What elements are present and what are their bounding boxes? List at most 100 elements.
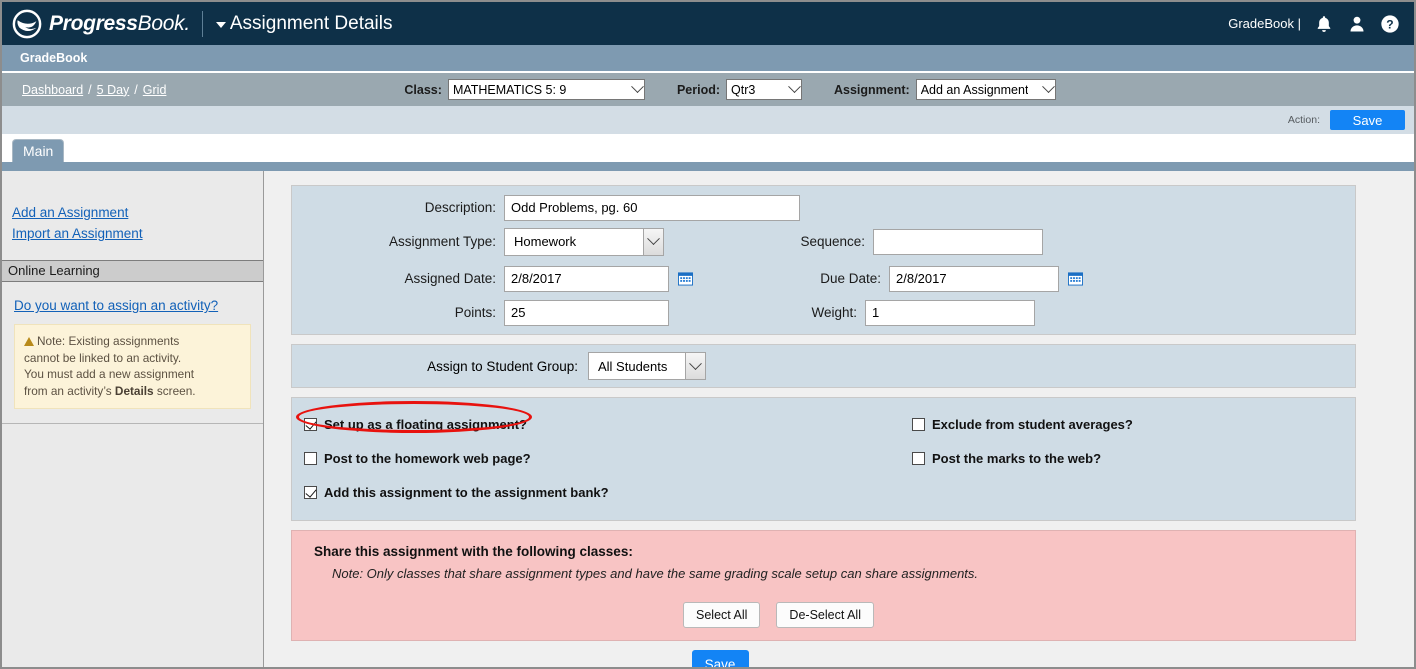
row-assigned-due-date: Assigned Date: 2/8/2017 Due Date: 2/8/20… xyxy=(292,260,1355,297)
option-floating-assignment[interactable]: Set up as a floating assignment? xyxy=(304,417,902,432)
sidebar-item-add-an-assignment[interactable]: Add an Assignment xyxy=(12,202,263,223)
deselect-all-button[interactable]: De-Select All xyxy=(776,602,874,628)
breadcrumb-separator: / xyxy=(134,82,138,97)
assignment-select[interactable]: Add an Assignment xyxy=(915,79,1056,100)
chevron-down-icon xyxy=(784,79,801,97)
sidebar-item-import-an-assignment[interactable]: Import an Assignment xyxy=(12,223,263,244)
tab-main[interactable]: Main xyxy=(12,139,65,162)
context-selectors: Class: MATHEMATICS 5: 9 Period: Qtr3 Ass… xyxy=(404,79,1056,100)
sidebar: Add an Assignment Import an Assignment O… xyxy=(2,171,264,667)
user-profile-icon[interactable] xyxy=(1347,14,1367,34)
assignment-select-value: Add an Assignment xyxy=(920,82,1029,97)
note-line-4-bold: Details xyxy=(114,383,154,398)
period-selector-label: Period: xyxy=(676,82,720,97)
student-group-value: All Students xyxy=(598,358,668,374)
brand-progress: Progress xyxy=(49,11,138,35)
row-assignment-type-sequence: Assignment Type: Homework Sequence: xyxy=(292,223,1355,260)
class-select-value: MATHEMATICS 5: 9 xyxy=(452,82,567,97)
brand-text: ProgressBook. xyxy=(49,12,190,36)
student-group-select[interactable]: All Students xyxy=(588,352,706,380)
sidebar-note-box: Note: Existing assignments cannot be lin… xyxy=(14,324,251,409)
exclude-averages-checkbox[interactable] xyxy=(912,417,925,431)
option-post-marks-to-web[interactable]: Post the marks to the web? xyxy=(912,451,1101,466)
chevron-down-icon[interactable] xyxy=(643,228,663,255)
sidebar-item-assign-activity[interactable]: Do you want to assign an activity? xyxy=(14,298,251,313)
class-select[interactable]: MATHEMATICS 5: 9 xyxy=(447,79,645,100)
assignment-selector-label: Assignment: xyxy=(834,82,910,97)
points-input[interactable]: 25 xyxy=(504,299,669,326)
sidebar-panel: Add an Assignment Import an Assignment O… xyxy=(2,171,263,424)
footer-save-wrap: Save xyxy=(291,650,1414,667)
main-content: Description: Odd Problems, pg. 60 Assign… xyxy=(264,171,1414,667)
option-post-homework-web-page[interactable]: Post to the homework web page? xyxy=(304,451,902,466)
period-select[interactable]: Qtr3 xyxy=(726,79,802,100)
note-line-4-post: screen. xyxy=(153,383,196,398)
top-bar-right-group: GradeBook | ? xyxy=(1228,14,1400,34)
floating-assignment-label: Set up as a floating assignment? xyxy=(324,416,527,432)
page-title-group[interactable]: Assignment Details xyxy=(215,13,392,35)
calendar-icon[interactable] xyxy=(678,271,693,286)
student-group-label: Assign to Student Group: xyxy=(427,358,578,374)
assignment-options-panel: Set up as a floating assignment? Exclude… xyxy=(291,397,1356,521)
breadcrumb-separator: / xyxy=(88,82,92,97)
assignment-type-label: Assignment Type: xyxy=(388,234,496,249)
chevron-down-icon[interactable] xyxy=(685,353,705,379)
breadcrumb-item-5-day[interactable]: 5 Day xyxy=(97,83,130,97)
breadcrumb-item-grid[interactable]: Grid xyxy=(143,83,167,97)
share-assignment-panel: Share this assignment with the following… xyxy=(291,530,1356,641)
note-line-4-pre: from an activity’s xyxy=(24,383,115,398)
weight-value: 1 xyxy=(872,305,880,320)
notification-bell-icon[interactable] xyxy=(1314,14,1334,34)
options-row-1: Set up as a floating assignment? Exclude… xyxy=(292,407,1355,441)
options-row-3: Add this assignment to the assignment ba… xyxy=(292,475,1355,509)
page-body: Add an Assignment Import an Assignment O… xyxy=(2,171,1414,667)
application-name: GradeBook xyxy=(20,51,88,65)
exclude-averages-label: Exclude from student averages? xyxy=(932,416,1133,432)
sequence-label: Sequence: xyxy=(800,234,865,249)
save-button-bottom[interactable]: Save xyxy=(691,650,749,667)
progressbook-logo[interactable]: ProgressBook. xyxy=(12,9,190,39)
top-navigation-bar: ProgressBook. Assignment Details GradeBo… xyxy=(2,2,1414,45)
description-value: Odd Problems, pg. 60 xyxy=(511,200,638,215)
assignment-type-select[interactable]: Homework xyxy=(504,227,664,256)
option-assignment-bank-wrap: Add this assignment to the assignment ba… xyxy=(292,485,902,500)
caret-down-icon[interactable] xyxy=(215,22,226,28)
option-exclude-averages[interactable]: Exclude from student averages? xyxy=(912,417,1133,432)
weight-input[interactable]: 1 xyxy=(865,299,1035,326)
due-date-input[interactable]: 2/8/2017 xyxy=(889,265,1059,292)
floating-assignment-checkbox[interactable] xyxy=(304,417,317,431)
breadcrumb-item-dashboard[interactable]: Dashboard xyxy=(22,83,83,97)
student-group-panel: Assign to Student Group: All Students xyxy=(291,344,1356,388)
description-input[interactable]: Odd Problems, pg. 60 xyxy=(504,194,800,221)
share-buttons: Select All De-Select All xyxy=(292,602,1355,628)
select-all-button[interactable]: Select All xyxy=(683,602,761,628)
option-post-marks-wrap: Post the marks to the web? xyxy=(902,451,1101,466)
chevron-down-icon xyxy=(627,79,644,97)
description-label: Description: xyxy=(424,200,496,215)
add-to-assignment-bank-label: Add this assignment to the assignment ba… xyxy=(324,484,609,500)
warning-triangle-icon xyxy=(24,337,34,346)
class-selector-label: Class: xyxy=(404,82,442,97)
action-bar: Action: Save xyxy=(2,106,1414,134)
assignment-details-panel: Description: Odd Problems, pg. 60 Assign… xyxy=(291,185,1356,335)
note-line-3: You must add a new assignment xyxy=(24,367,195,381)
option-add-to-assignment-bank[interactable]: Add this assignment to the assignment ba… xyxy=(304,485,902,500)
post-homework-web-page-checkbox[interactable] xyxy=(304,451,317,465)
note-line-2: cannot be linked to an activity. xyxy=(24,350,182,365)
post-marks-to-web-label: Post the marks to the web? xyxy=(932,450,1102,466)
help-question-icon[interactable]: ? xyxy=(1380,14,1400,34)
tab-main-label: Main xyxy=(23,143,54,159)
calendar-icon[interactable] xyxy=(1068,271,1083,286)
points-label: Points: xyxy=(454,305,496,320)
save-button-top[interactable]: Save xyxy=(1330,110,1405,130)
assigned-date-input[interactable]: 2/8/2017 xyxy=(504,265,669,292)
tab-underline-bar xyxy=(2,162,1414,171)
weight-label: Weight: xyxy=(811,305,857,320)
action-label: Action: xyxy=(1287,114,1320,126)
add-to-assignment-bank-checkbox[interactable] xyxy=(304,485,317,499)
points-value: 25 xyxy=(511,305,526,320)
sequence-input[interactable] xyxy=(873,228,1043,255)
breadcrumb-selector-bar: Dashboard / 5 Day / Grid Class: MATHEMAT… xyxy=(2,73,1414,106)
sidebar-online-learning-body: Do you want to assign an activity? Note:… xyxy=(2,282,263,423)
post-marks-to-web-checkbox[interactable] xyxy=(912,451,925,465)
